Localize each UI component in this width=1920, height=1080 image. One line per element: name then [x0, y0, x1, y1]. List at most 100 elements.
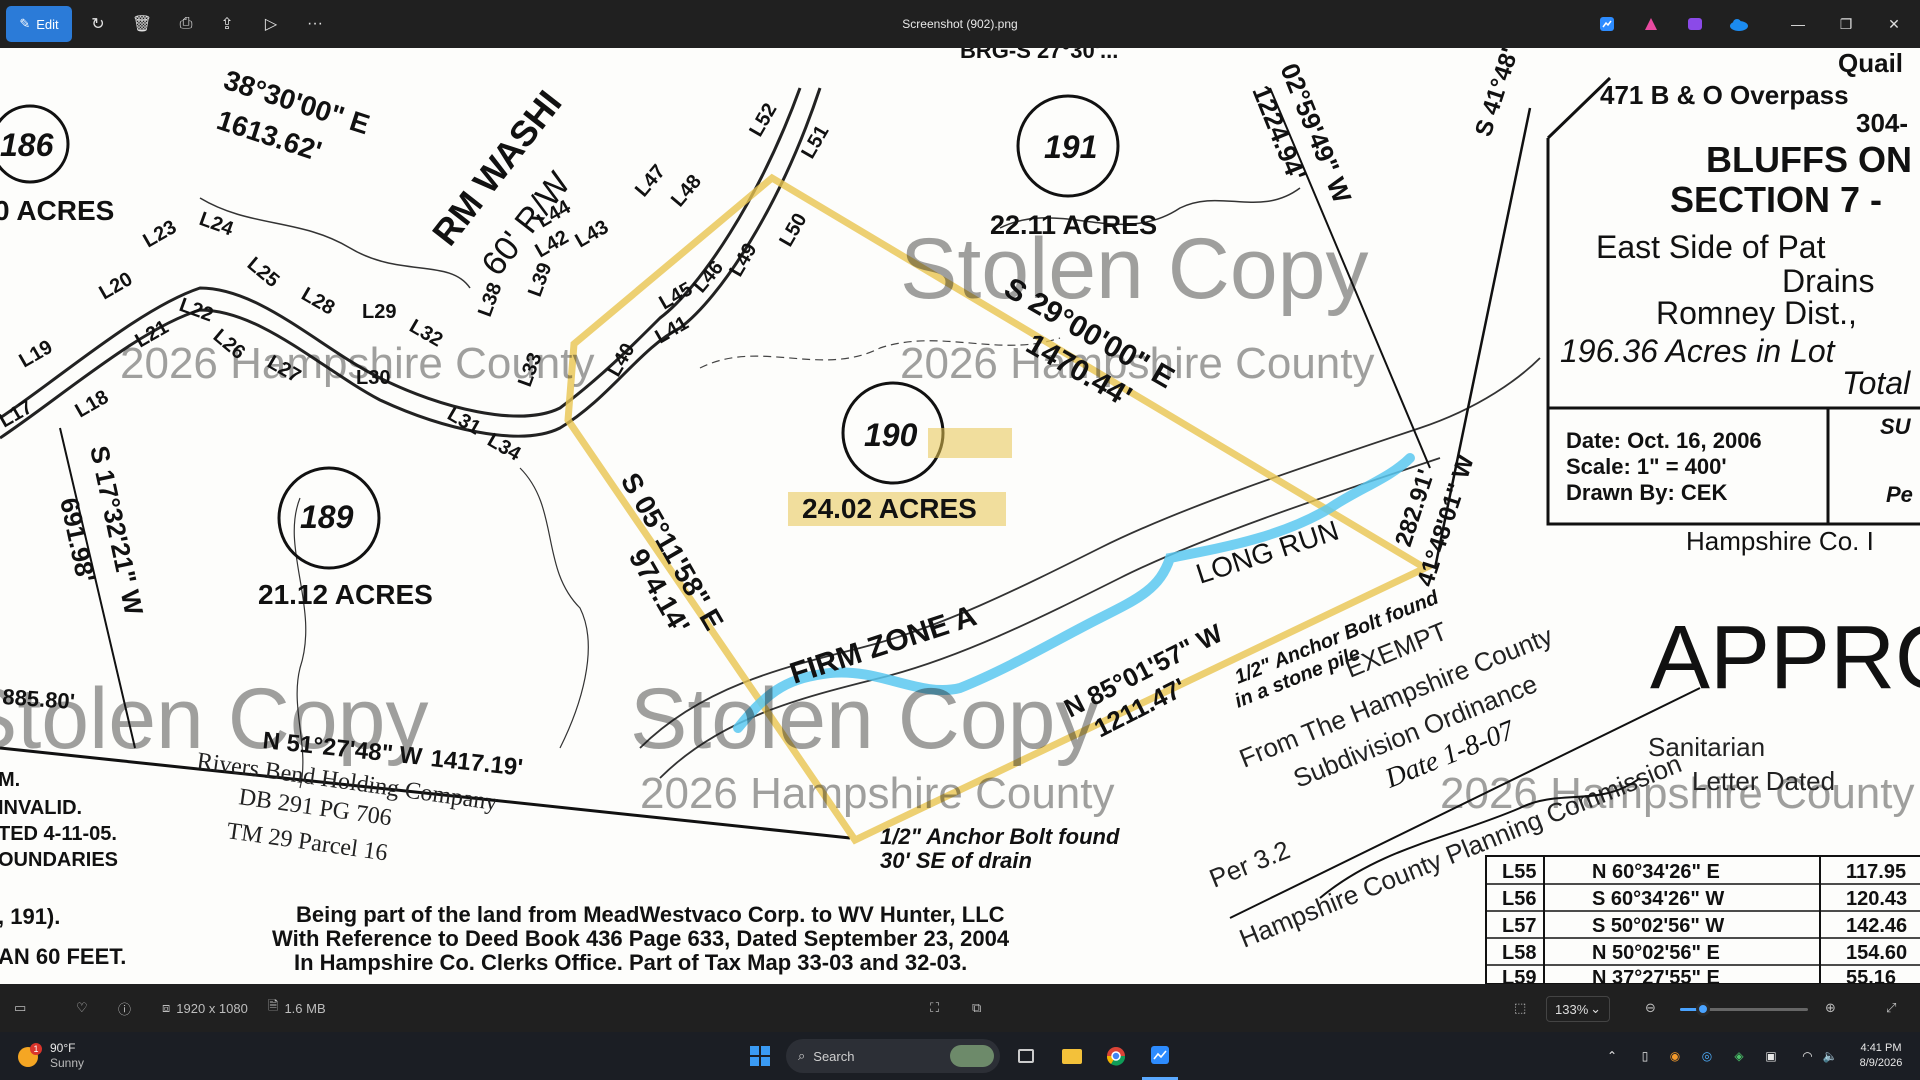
print-button[interactable]: ⎙ [168, 6, 204, 42]
image-canvas[interactable]: Stolen Copy Stolen Copy Stolen Copy 2026… [0, 48, 1920, 984]
line-label: L18 [72, 386, 113, 422]
windows-icon [750, 1046, 770, 1066]
file-info-button[interactable]: ⓘ [118, 984, 131, 1032]
rotate-icon: ↻ [91, 16, 105, 33]
usb-icon: ▯ [1641, 1049, 1649, 1063]
tray-app-button[interactable]: ◎ [1696, 1032, 1718, 1080]
app-clipchamp-button[interactable] [1677, 6, 1713, 42]
approved-stamp: APPRO [1650, 608, 1920, 708]
fit-to-window-button[interactable]: ⬚ [1514, 984, 1526, 1032]
task-view-icon [1018, 1049, 1034, 1063]
parcel-191-number: 191 [1044, 129, 1097, 165]
start-button[interactable] [742, 1032, 778, 1080]
distance-885: 885.80' [2, 684, 76, 714]
photos-taskbar-button[interactable] [1142, 1032, 1178, 1080]
edit-label: Edit [36, 16, 59, 32]
letter-dated-label: Letter Dated [1692, 766, 1835, 796]
zoom-in-button[interactable]: ⊕ [1825, 984, 1836, 1032]
app-copilot-button[interactable] [1633, 6, 1669, 42]
quick-settings-button[interactable]: ◠ 🔈 [1790, 1032, 1850, 1080]
line-label: L23 [140, 216, 181, 252]
app-photos-button[interactable] [1589, 6, 1625, 42]
line-label: L51 [797, 122, 833, 163]
edit-button[interactable]: ✎ Edit [6, 6, 72, 42]
zoom-slider[interactable] [1680, 1002, 1808, 1016]
table-cell-distance: 117.95 [1846, 861, 1906, 883]
exempt-per: Per 3.2 [1205, 834, 1294, 893]
share-button[interactable]: ⇪ [209, 6, 245, 42]
line-label: L20 [96, 268, 137, 304]
tray-app-button[interactable]: ◉ [1664, 1032, 1686, 1080]
line-label: L24 [196, 208, 237, 241]
chrome-icon [1106, 1047, 1126, 1066]
parcel-190-label-highlight [928, 428, 1012, 458]
task-view-button[interactable] [1008, 1032, 1044, 1080]
app-onedrive-button[interactable] [1721, 6, 1757, 42]
watermark-small: 2026 Hampshire County [640, 769, 1114, 818]
visual-search-button[interactable]: ⛶ [930, 984, 939, 1032]
line-label: L40 [603, 340, 639, 381]
maximize-button[interactable]: ❐ [1823, 0, 1869, 48]
title-block-drains: Drains [1782, 263, 1874, 299]
title-block-acres: 196.36 Acres in Lot [1560, 333, 1836, 369]
text-extract-button[interactable]: ⧉ [972, 984, 981, 1032]
zoom-slider-thumb[interactable] [1696, 1002, 1711, 1016]
expand-icon: ⤢ [1886, 1000, 1897, 1015]
title-block-road: 471 B & O Overpass [1600, 80, 1849, 110]
parcel-186-acres: 0 ACRES [0, 195, 114, 226]
table-cell-bearing: N 50°02'56" E [1592, 942, 1720, 964]
parcel-191-acres: 22.11 ACRES [990, 210, 1157, 240]
deed-line-1: Being part of the land from MeadWestvaco… [296, 902, 1005, 927]
search-highlight-image [950, 1045, 994, 1067]
table-cell-line: L57 [1502, 915, 1536, 937]
zoom-select[interactable]: 133% ⌄ [1546, 996, 1610, 1022]
more-button[interactable]: ··· [297, 6, 333, 42]
monitor-icon: ▣ [1765, 1049, 1777, 1063]
green-app-icon: ◈ [1734, 1049, 1744, 1063]
tray-app-button[interactable]: ▣ [1760, 1032, 1782, 1080]
line-label: L39 [524, 260, 556, 300]
dimensions-text: 1920 x 1080 [176, 1000, 248, 1016]
line-label: L38 [474, 280, 506, 320]
zoom-out-button[interactable]: ⊖ [1645, 984, 1656, 1032]
title-block-east: East Side of Pat [1596, 229, 1826, 265]
contour-line [199, 197, 471, 289]
share-icon: ⇪ [220, 16, 234, 33]
delete-button[interactable]: 🗑 [124, 6, 160, 42]
weather-widget[interactable]: 1 90°F Sunny [16, 1032, 84, 1080]
filmstrip-icon: ▭ [14, 1000, 27, 1015]
zoom-in-icon: ⊕ [1825, 1000, 1836, 1015]
tray-usb-button[interactable]: ▯ [1634, 1032, 1656, 1080]
image-size-icon: ⧈ [162, 1000, 171, 1015]
line-label: L48 [667, 171, 706, 212]
zoom-out-icon: ⊖ [1645, 1000, 1656, 1015]
title-block-scale: Scale: 1" = 400' [1566, 454, 1727, 479]
clock-time: 4:41 PM [1860, 1042, 1902, 1054]
bearing-left: S 17°32'21" W [84, 443, 149, 618]
favorite-button[interactable]: ♡ [76, 984, 88, 1032]
chrome-button[interactable] [1098, 1032, 1134, 1080]
taskbar-search[interactable]: ⌕ Search [786, 1039, 1000, 1073]
show-hidden-icons-button[interactable]: ⌃ [1602, 1032, 1622, 1080]
clock-button[interactable]: 4:41 PM 8/9/2026 [1848, 1032, 1914, 1080]
rotate-button[interactable]: ↻ [80, 6, 116, 42]
survey-plat: Stolen Copy Stolen Copy Stolen Copy 2026… [0, 48, 1920, 984]
note-60-feet: AN 60 FEET. [0, 944, 126, 969]
line-label: L19 [16, 336, 57, 372]
line-label: L50 [775, 210, 811, 251]
tray-app-button[interactable]: ◈ [1728, 1032, 1750, 1080]
invalid-note-2: TED 4-11-05. [0, 823, 117, 845]
close-button[interactable]: ✕ [1871, 0, 1917, 48]
sun-icon: 1 [16, 1043, 42, 1069]
table-cell-bearing: N 37°27'55" E [1592, 967, 1720, 984]
fullscreen-button[interactable]: ⤢ [1886, 984, 1896, 1032]
filmstrip-button[interactable]: ▭ [14, 984, 26, 1032]
table-cell-distance: 120.43 [1846, 888, 1907, 910]
heart-icon: ♡ [76, 1000, 88, 1015]
minimize-button[interactable]: — [1775, 0, 1821, 48]
file-explorer-button[interactable] [1054, 1032, 1090, 1080]
slideshow-button[interactable]: ▷ [253, 6, 289, 42]
weather-condition: Sunny [50, 1056, 85, 1070]
brg-top-label: BRG-S 27°30'... [960, 48, 1118, 63]
line-label: L46 [689, 257, 728, 298]
